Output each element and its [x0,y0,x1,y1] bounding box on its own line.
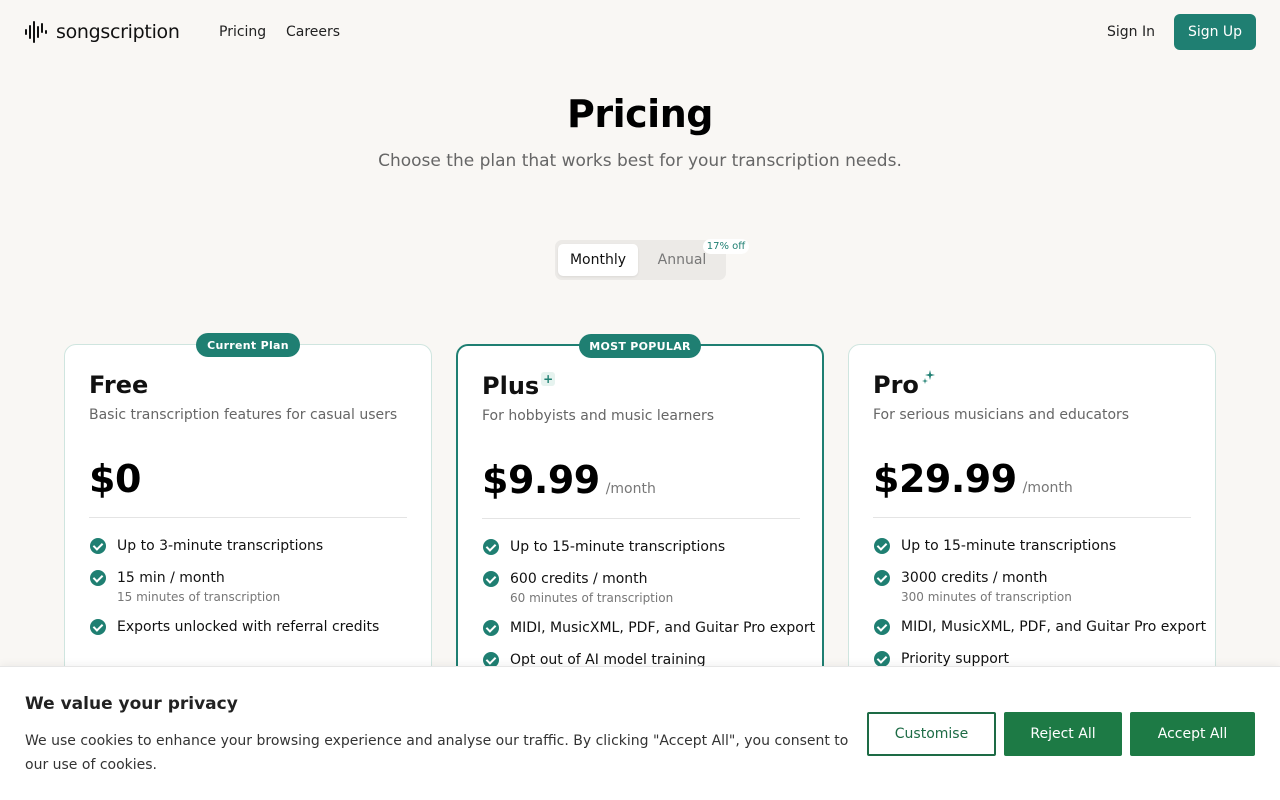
feature-item: 15 min / month 15 minutes of transcripti… [89,569,407,604]
check-circle-icon [90,619,106,635]
check-circle-icon [90,538,106,554]
feature-item: Up to 3-minute transcriptions [89,537,407,555]
divider [482,518,800,519]
plan-name: Free [89,371,148,399]
check-circle-icon [483,620,499,636]
cookie-text: We use cookies to enhance your browsing … [25,733,849,773]
check-circle-icon [874,651,890,667]
customise-button[interactable]: Customise [867,712,996,756]
feature-text: Up to 15-minute transcriptions [510,539,726,555]
sign-in-link[interactable]: Sign In [1107,24,1155,40]
feature-text: Exports unlocked with referral credits [117,619,380,635]
plan-name-text: Plus [482,372,540,400]
cookie-title: We value your privacy [25,694,238,714]
check-circle-icon [483,539,499,555]
nav-link-careers[interactable]: Careers [286,24,340,40]
plan-name: Pro [873,370,937,399]
feature-text: MIDI, MusicXML, PDF, and Guitar Pro expo… [901,619,1207,635]
feature-list: Up to 15-minute transcriptions 600 credi… [482,538,816,683]
feature-text: 15 min / month [117,570,225,586]
toggle-monthly[interactable]: Monthly [558,244,638,276]
feature-item: Up to 15-minute transcriptions [873,537,1191,555]
plan-description: For serious musicians and educators [873,407,1130,423]
price-row: $29.99 /month [873,457,1073,501]
page-subtitle: Choose the plan that works best for your… [378,151,902,171]
feature-list: Up to 15-minute transcriptions 3000 cred… [873,537,1207,682]
check-circle-icon [874,538,890,554]
feature-subtext: 300 minutes of transcription [901,590,1072,604]
feature-item: Exports unlocked with referral credits [89,618,407,636]
page-title: Pricing [567,92,713,136]
annual-discount-badge: 17% off [703,239,749,254]
plan-name-text: Free [89,371,149,399]
feature-item: MIDI, MusicXML, PDF, and Guitar Pro expo… [873,618,1207,636]
plan-price: $0 [89,457,141,501]
plan-name: Plus + [482,372,556,400]
check-circle-icon [90,570,106,586]
accept-all-button[interactable]: Accept All [1130,712,1255,756]
feature-subtext: 60 minutes of transcription [510,591,674,605]
divider [89,517,407,518]
feature-text: Up to 15-minute transcriptions [901,538,1117,554]
feature-text: 3000 credits / month [901,570,1048,586]
plan-description: Basic transcription features for casual … [89,407,398,423]
plan-price: $9.99 [482,458,600,502]
feature-text: 600 credits / month [510,571,648,587]
cookie-consent-banner: We value your privacy We use cookies to … [0,666,1280,800]
billing-period-toggle: Monthly Annual [555,240,726,280]
feature-text: Up to 3-minute transcriptions [117,538,324,554]
feature-item: 600 credits / month 60 minutes of transc… [482,570,800,605]
current-plan-badge: Current Plan [196,333,300,357]
reject-all-button[interactable]: Reject All [1004,712,1122,756]
check-circle-icon [874,570,890,586]
feature-list: Up to 3-minute transcriptions 15 min / m… [89,537,407,650]
plan-card-pro: Pro For serious musicians and educators … [848,344,1216,704]
price-period: /month [1022,480,1073,496]
plan-name-text: Pro [873,371,919,399]
brand-logo[interactable]: songscription [24,20,180,44]
soundwave-logo-icon [25,21,47,43]
plan-description: For hobbyists and music learners [482,408,714,424]
divider [873,517,1191,518]
plus-icon: + [541,372,556,386]
feature-text: MIDI, MusicXML, PDF, and Guitar Pro expo… [510,620,816,636]
check-circle-icon [874,619,890,635]
most-popular-badge: MOST POPULAR [579,334,701,358]
nav-link-pricing[interactable]: Pricing [219,24,266,40]
top-nav: songscription Pricing Careers Sign In Si… [0,0,1280,64]
price-row: $0 [89,457,141,501]
feature-item: 3000 credits / month 300 minutes of tran… [873,569,1191,604]
plan-card-plus: MOST POPULAR Plus + For hobbyists and mu… [456,334,824,706]
feature-item: Up to 15-minute transcriptions [482,538,800,556]
plan-price: $29.99 [873,457,1017,501]
feature-subtext: 15 minutes of transcription [117,590,281,604]
feature-item: MIDI, MusicXML, PDF, and Guitar Pro expo… [482,619,816,637]
check-circle-icon [483,571,499,587]
price-period: /month [605,481,656,497]
brand-name: songscription [56,21,180,43]
price-row: $9.99 /month [482,458,656,502]
sign-up-button[interactable]: Sign Up [1174,14,1256,50]
plan-card-free: Current Plan Free Basic transcription fe… [64,333,432,704]
sparkle-icon [921,370,935,384]
